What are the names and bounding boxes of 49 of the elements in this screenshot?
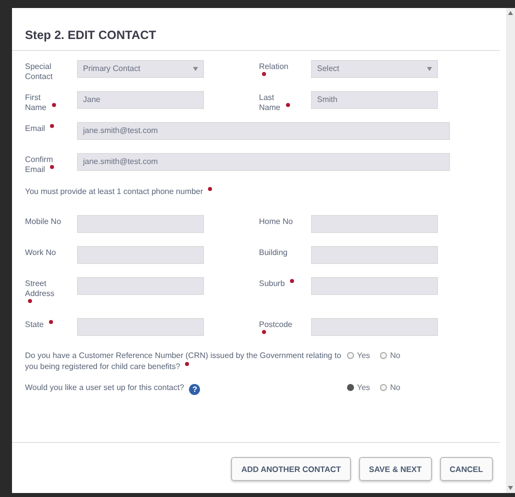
input-field[interactable]: jane.smith@test.com <box>77 153 450 171</box>
scroll-down-icon[interactable] <box>508 486 513 490</box>
radio-button[interactable] <box>347 384 354 391</box>
radio-label: No <box>390 350 400 361</box>
radio-button[interactable] <box>380 384 388 391</box>
field-label: Street Address <box>25 279 54 298</box>
input-field[interactable] <box>77 246 204 264</box>
question-text: Do you have a Customer Reference Number (CRN) issued by the Government relating to you being registered for child care benefits? <box>25 351 342 371</box>
radio-button[interactable] <box>347 352 354 359</box>
phone-requirement-note: You must provide at least 1 contact phone number <box>25 187 204 196</box>
input-field[interactable] <box>77 277 204 295</box>
input-field[interactable] <box>311 277 438 295</box>
field-label: Home No <box>259 217 293 226</box>
input-field[interactable] <box>311 215 438 233</box>
action-button[interactable]: ADD ANOTHER CONTACT <box>231 457 351 481</box>
caret-icon <box>427 67 432 71</box>
dropdown-field[interactable]: Select <box>311 60 438 78</box>
field-label: Last Name <box>259 93 280 112</box>
radio-label: Yes <box>357 382 370 393</box>
help-icon[interactable]: ? <box>189 384 200 395</box>
field-label: Special Contact <box>25 62 53 81</box>
input-field[interactable]: Smith <box>311 91 438 109</box>
input-field[interactable]: jane.smith@test.com <box>77 122 450 140</box>
input-field[interactable]: Jane <box>77 91 204 109</box>
radio-button[interactable] <box>380 352 388 359</box>
field-label: Email <box>25 124 46 133</box>
input-field[interactable] <box>77 215 204 233</box>
dropdown-field[interactable]: Primary Contact <box>77 60 204 78</box>
action-button[interactable]: SAVE & NEXT <box>358 457 432 481</box>
input-field[interactable] <box>311 318 438 336</box>
radio-label: No <box>390 382 400 393</box>
field-label: State <box>25 320 44 329</box>
field-label: Mobile No <box>25 217 62 226</box>
field-label: First Name <box>25 93 46 112</box>
field-label: Building <box>259 248 288 257</box>
field-label: Confirm Email <box>25 155 54 174</box>
field-label: Relation <box>259 62 288 71</box>
dialog-title: Step 2. EDIT CONTACT <box>25 27 158 44</box>
field-label: Suburb <box>259 279 285 288</box>
action-button[interactable]: CANCEL <box>440 457 493 481</box>
input-field[interactable] <box>311 246 438 264</box>
input-field[interactable] <box>77 318 204 336</box>
field-label: Postcode <box>259 320 292 329</box>
caret-icon <box>193 67 198 71</box>
field-label: Work No <box>25 248 56 257</box>
scroll-up-icon[interactable] <box>508 11 513 15</box>
scrollbar[interactable] <box>506 8 515 493</box>
radio-label: Yes <box>357 350 370 361</box>
question-text: Would you like a user set up for this contact? <box>25 383 184 392</box>
